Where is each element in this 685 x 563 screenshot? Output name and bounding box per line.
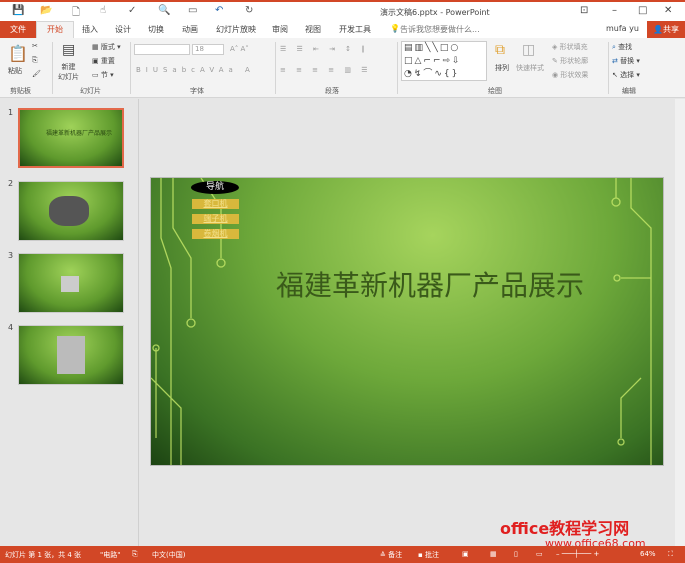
slideshow-icon[interactable]: ▭ bbox=[536, 550, 543, 558]
paste-button[interactable]: 粘贴 bbox=[8, 66, 22, 76]
zoom-level[interactable]: 64% bbox=[640, 550, 656, 558]
select-button[interactable]: ↖ 选择 ▾ bbox=[612, 70, 640, 80]
comments-button[interactable]: ▪ 批注 bbox=[418, 550, 439, 560]
slide-thumbnail-2[interactable] bbox=[18, 181, 124, 241]
person-icon: 👤 bbox=[653, 25, 663, 34]
nav-button[interactable]: 导航 bbox=[191, 181, 239, 194]
slide-thumbnail-4[interactable] bbox=[18, 325, 124, 385]
current-slide[interactable]: 导航 套口机 端子机 卷烟机 福建革新机器厂产品展示 bbox=[150, 177, 664, 466]
tab-design[interactable]: 设计 bbox=[115, 24, 131, 35]
status-bar: 幻灯片 第 1 张，共 4 张 "电路" ⎘ 中文(中国) ≙ 备注 ▪ 批注 … bbox=[0, 546, 685, 563]
cut-icon[interactable]: ✂ bbox=[32, 42, 38, 50]
new-slide-button[interactable]: 新建 幻灯片 bbox=[58, 62, 79, 82]
spell-check-icon[interactable]: ⎘ bbox=[132, 550, 138, 559]
ribbon-tabs: 文件 开始 插入 设计 切换 动画 幻灯片放映 审阅 视图 开发工具 💡 告诉我… bbox=[0, 21, 685, 38]
tab-slideshow[interactable]: 幻灯片放映 bbox=[216, 24, 256, 35]
touch-mode-icon[interactable]: ☝ bbox=[100, 5, 106, 16]
machine-image bbox=[57, 336, 85, 374]
watermark: office教程学习网 bbox=[500, 519, 630, 538]
tab-view[interactable]: 视图 bbox=[305, 24, 321, 35]
ribbon-display-icon[interactable]: ⊡ bbox=[580, 5, 588, 16]
lightbulb-icon: 💡 bbox=[390, 24, 400, 33]
link-machine-3[interactable]: 卷烟机 bbox=[192, 229, 239, 239]
reading-view-icon[interactable]: ▯ bbox=[514, 550, 518, 558]
theme-name: "电路" bbox=[100, 551, 121, 559]
open-icon[interactable]: 📂 bbox=[40, 5, 52, 16]
format-painter-icon[interactable]: 🖌 bbox=[32, 70, 41, 78]
redo-icon[interactable]: ↻ bbox=[245, 5, 253, 16]
group-editing: 编辑 bbox=[622, 87, 636, 95]
normal-view-icon[interactable]: ▣ bbox=[462, 550, 469, 558]
search-icon: ⌕ bbox=[612, 43, 616, 51]
slide-thumbnails-pane: 1 福建革新机器厂产品展示 2 3 4 bbox=[0, 99, 139, 546]
section-button[interactable]: ▭ 节 ▾ bbox=[92, 70, 114, 80]
layout-button[interactable]: ▦ 版式 ▾ bbox=[92, 42, 121, 52]
tab-developer[interactable]: 开发工具 bbox=[339, 24, 371, 35]
paste-icon[interactable]: 📋 bbox=[8, 44, 28, 63]
quick-styles-button[interactable]: 快速样式 bbox=[516, 63, 544, 73]
user-name[interactable]: mufa yu bbox=[606, 24, 639, 33]
slide-title[interactable]: 福建革新机器厂产品展示 bbox=[276, 264, 584, 304]
notes-button[interactable]: ≙ 备注 bbox=[380, 550, 402, 560]
arrange-button[interactable]: 排列 bbox=[495, 63, 509, 73]
align-buttons[interactable]: ≡ ≡ ≡ ≡ ▥ ☰ bbox=[280, 66, 371, 74]
shapes-gallery[interactable]: ▤▥╲╲□○ □△⌐⌐⇨⇩ ◔↯⌒∿{} bbox=[401, 41, 487, 81]
slide-info: 幻灯片 第 1 张，共 4 张 bbox=[5, 551, 82, 559]
slide-thumbnail-1[interactable]: 福建革新机器厂产品展示 bbox=[18, 108, 124, 168]
reset-button[interactable]: ▣ 重置 bbox=[92, 56, 115, 66]
shape-fill-button[interactable]: ◈ 形状填充 bbox=[552, 42, 588, 52]
tab-insert[interactable]: 插入 bbox=[82, 24, 98, 35]
arrange-icon[interactable]: ⧉ bbox=[495, 42, 505, 58]
window-title: 演示文稿6.pptx - PowerPoint bbox=[380, 8, 490, 17]
font-format-buttons[interactable]: BIUSabcAVAa A bbox=[136, 66, 255, 74]
slide-sorter-icon[interactable]: ▦ bbox=[490, 550, 497, 558]
close-icon[interactable]: ✕ bbox=[664, 5, 672, 16]
save-icon[interactable]: 💾 bbox=[12, 5, 24, 16]
font-size-select[interactable]: 18 bbox=[192, 44, 224, 55]
replace-button[interactable]: ⇄ 替换 ▾ bbox=[612, 56, 640, 66]
share-button[interactable]: 👤共享 bbox=[647, 21, 685, 38]
group-clipboard: 剪贴板 bbox=[10, 87, 31, 95]
font-name-select[interactable] bbox=[134, 44, 190, 55]
tab-home[interactable]: 开始 bbox=[36, 21, 74, 38]
find-button[interactable]: ⌕ 查找 bbox=[612, 42, 632, 52]
group-slides: 幻灯片 bbox=[80, 87, 101, 95]
font-size-buttons[interactable]: A˄ A˅ bbox=[230, 45, 249, 53]
copy-icon[interactable]: ⎘ bbox=[32, 56, 38, 65]
replace-icon: ⇄ bbox=[612, 57, 618, 65]
undo-icon[interactable]: ↶ bbox=[215, 5, 223, 16]
tab-review[interactable]: 审阅 bbox=[272, 24, 288, 35]
minimize-icon[interactable]: – bbox=[612, 5, 617, 16]
quick-styles-icon[interactable]: ◫ bbox=[522, 42, 535, 58]
group-drawing: 绘图 bbox=[488, 87, 502, 95]
tell-me-input[interactable]: 告诉我您想要做什么... bbox=[400, 24, 480, 35]
title-bar: 💾 📂 🗋 ☝ ✓ 🔍 ▭ ↶ ↻ 演示文稿6.pptx - PowerPoin… bbox=[0, 0, 685, 21]
shape-effects-button[interactable]: ◉ 形状效果 bbox=[552, 70, 588, 80]
cursor-icon: ↖ bbox=[612, 71, 618, 79]
vertical-scrollbar[interactable] bbox=[675, 99, 685, 546]
machine-image bbox=[49, 196, 89, 226]
zoom-slider[interactable]: – ───┼─── + bbox=[556, 550, 599, 558]
shape-outline-button[interactable]: ✎ 形状轮廓 bbox=[552, 56, 588, 66]
link-machine-2[interactable]: 端子机 bbox=[192, 214, 239, 224]
slide-thumbnail-3[interactable] bbox=[18, 253, 124, 313]
fit-slide-icon[interactable]: ⛶ bbox=[668, 550, 673, 559]
spelling-icon[interactable]: ✓ bbox=[128, 5, 136, 16]
language[interactable]: 中文(中国) bbox=[152, 550, 185, 560]
list-buttons[interactable]: ☰ ☰ ⇤ ⇥ ↕ ∥ bbox=[280, 45, 369, 53]
maximize-icon[interactable]: □ bbox=[638, 5, 647, 16]
tab-file[interactable]: 文件 bbox=[0, 21, 36, 38]
print-preview-icon[interactable]: 🔍 bbox=[158, 5, 170, 16]
group-paragraph: 段落 bbox=[325, 87, 339, 95]
new-slide-icon[interactable]: ▤ bbox=[62, 42, 75, 58]
new-file-icon[interactable]: 🗋 bbox=[72, 5, 80, 22]
link-machine-1[interactable]: 套口机 bbox=[192, 199, 239, 209]
presentation-icon[interactable]: ▭ bbox=[188, 5, 197, 16]
machine-image bbox=[61, 276, 79, 292]
tab-transitions[interactable]: 切换 bbox=[148, 24, 164, 35]
group-font: 字体 bbox=[190, 87, 204, 95]
ribbon: 📋 粘贴 ✂ ⎘ 🖌 剪贴板 ▤ 新建 幻灯片 ▦ 版式 ▾ ▣ 重置 ▭ 节 … bbox=[0, 38, 685, 98]
tab-animations[interactable]: 动画 bbox=[182, 24, 198, 35]
